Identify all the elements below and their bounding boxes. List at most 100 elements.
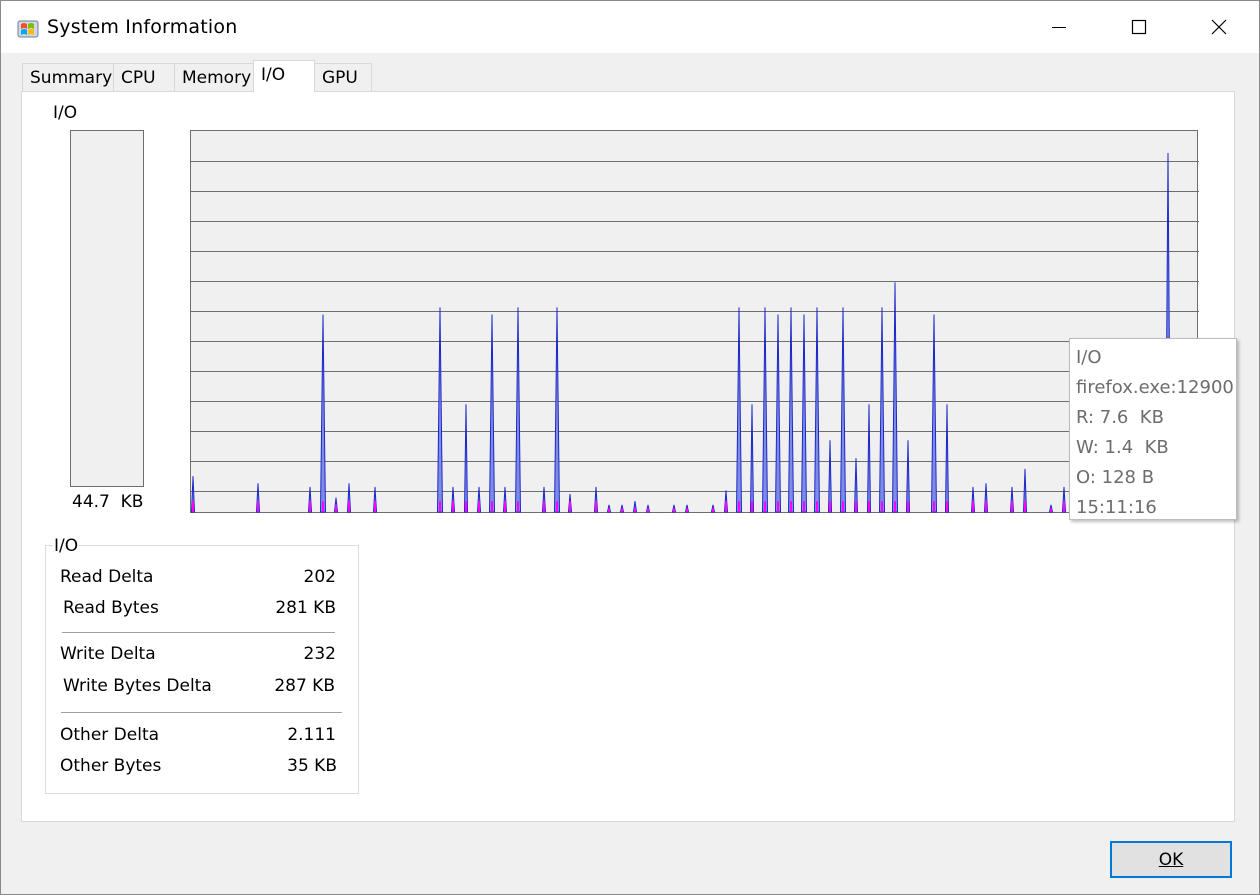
tooltip-process: firefox.exe:12900 <box>1076 377 1234 398</box>
write-spike <box>738 501 740 512</box>
read-spike <box>878 307 886 513</box>
read-spike <box>749 404 755 513</box>
read-spike <box>761 307 769 513</box>
write-spike <box>634 508 636 512</box>
read-spike <box>463 404 469 513</box>
read-spike <box>813 307 821 513</box>
read-spike <box>800 314 808 513</box>
write-spike <box>1063 501 1065 512</box>
read-spike <box>319 314 327 513</box>
windows-flag-icon <box>17 20 39 38</box>
read-spike <box>436 307 444 513</box>
write-spike <box>1024 501 1026 512</box>
tab-label: GPU <box>322 68 358 88</box>
write-spike <box>712 508 714 512</box>
read-spike <box>891 282 899 513</box>
write-delta-value: 232 <box>303 644 336 664</box>
write-spike <box>777 501 779 512</box>
maximize-icon <box>1131 19 1147 35</box>
write-spike <box>192 501 194 512</box>
io-meter-value: 44.7 KB <box>72 492 144 512</box>
write-spike <box>608 508 610 512</box>
read-spike <box>944 404 950 513</box>
read-spike <box>514 307 522 513</box>
write-bytes-delta-label: Write Bytes Delta <box>63 676 212 696</box>
write-spike <box>972 501 974 512</box>
tab-label: CPU <box>121 68 156 88</box>
ok-button[interactable]: OK <box>1110 841 1232 878</box>
io-stats-title: I/O <box>53 536 80 556</box>
tab-label: I/O <box>261 65 286 85</box>
write-bytes-delta-value: 287 KB <box>274 676 335 696</box>
write-spike <box>842 501 844 512</box>
tab-summary[interactable]: Summary <box>22 63 114 91</box>
minimize-icon <box>1052 27 1066 28</box>
separator <box>61 712 342 713</box>
ok-button-label: OK <box>1158 849 1184 870</box>
close-button[interactable] <box>1179 1 1259 53</box>
close-icon <box>1211 19 1227 35</box>
write-spike <box>751 501 753 512</box>
write-spike <box>374 501 376 512</box>
other-delta-label: Other Delta <box>60 725 160 745</box>
write-spike <box>569 501 571 512</box>
other-bytes-value: 35 KB <box>287 756 337 776</box>
write-spike <box>621 508 623 512</box>
io-heading: I/O <box>53 103 78 123</box>
write-spike <box>322 501 324 512</box>
maximize-button[interactable] <box>1099 1 1179 53</box>
tab-cpu[interactable]: CPU <box>113 63 175 91</box>
write-spike <box>868 501 870 512</box>
write-spike <box>348 501 350 512</box>
read-spike <box>735 307 743 513</box>
tooltip-write: W: 1.4 KB <box>1076 437 1169 458</box>
read-delta-value: 202 <box>303 567 336 587</box>
write-spike <box>491 501 493 512</box>
write-spike <box>764 501 766 512</box>
separator <box>62 632 335 633</box>
write-spike <box>686 508 688 512</box>
read-spike <box>488 314 496 513</box>
write-spike <box>894 501 896 512</box>
write-spike <box>1011 501 1013 512</box>
read-spike <box>787 307 795 513</box>
write-spike <box>946 501 948 512</box>
io-graph-canvas <box>191 152 1199 513</box>
tooltip-title: I/O <box>1076 347 1102 368</box>
write-spike <box>907 501 909 512</box>
other-delta-value: 2.111 <box>287 725 336 745</box>
write-spike <box>816 501 818 512</box>
write-spike <box>556 501 558 512</box>
tooltip-read: R: 7.6 KB <box>1076 407 1164 428</box>
tooltip-other: O: 128 B <box>1076 467 1155 488</box>
title-bar[interactable]: System Information <box>1 1 1259 53</box>
io-history-graph[interactable] <box>190 130 1199 513</box>
read-spike <box>839 307 847 513</box>
write-spike <box>803 501 805 512</box>
tab-label: Memory <box>182 68 252 88</box>
tab-io[interactable]: I/O <box>253 60 315 92</box>
read-spike <box>866 404 872 513</box>
write-spike <box>829 501 831 512</box>
read-spike <box>774 314 782 513</box>
read-spike <box>553 307 561 513</box>
tab-gpu[interactable]: GPU <box>314 63 372 91</box>
minimize-button[interactable] <box>1019 1 1099 53</box>
write-spike <box>881 501 883 512</box>
tooltip-time: 15:11:16 <box>1076 497 1157 518</box>
write-spike <box>673 508 675 512</box>
write-spike <box>478 501 480 512</box>
write-spike <box>725 501 727 512</box>
write-spike <box>517 501 519 512</box>
write-delta-label: Write Delta <box>60 644 156 664</box>
write-spike <box>439 501 441 512</box>
write-spike <box>855 501 857 512</box>
graph-tooltip: I/O firefox.exe:12900 R: 7.6 KB W: 1.4 K… <box>1069 338 1237 520</box>
write-spike <box>452 501 454 512</box>
tab-memory[interactable]: Memory <box>174 63 254 91</box>
write-spike <box>257 501 259 512</box>
write-spike <box>543 501 545 512</box>
write-spike <box>309 501 311 512</box>
write-spike <box>335 504 337 512</box>
write-spike <box>465 501 467 512</box>
